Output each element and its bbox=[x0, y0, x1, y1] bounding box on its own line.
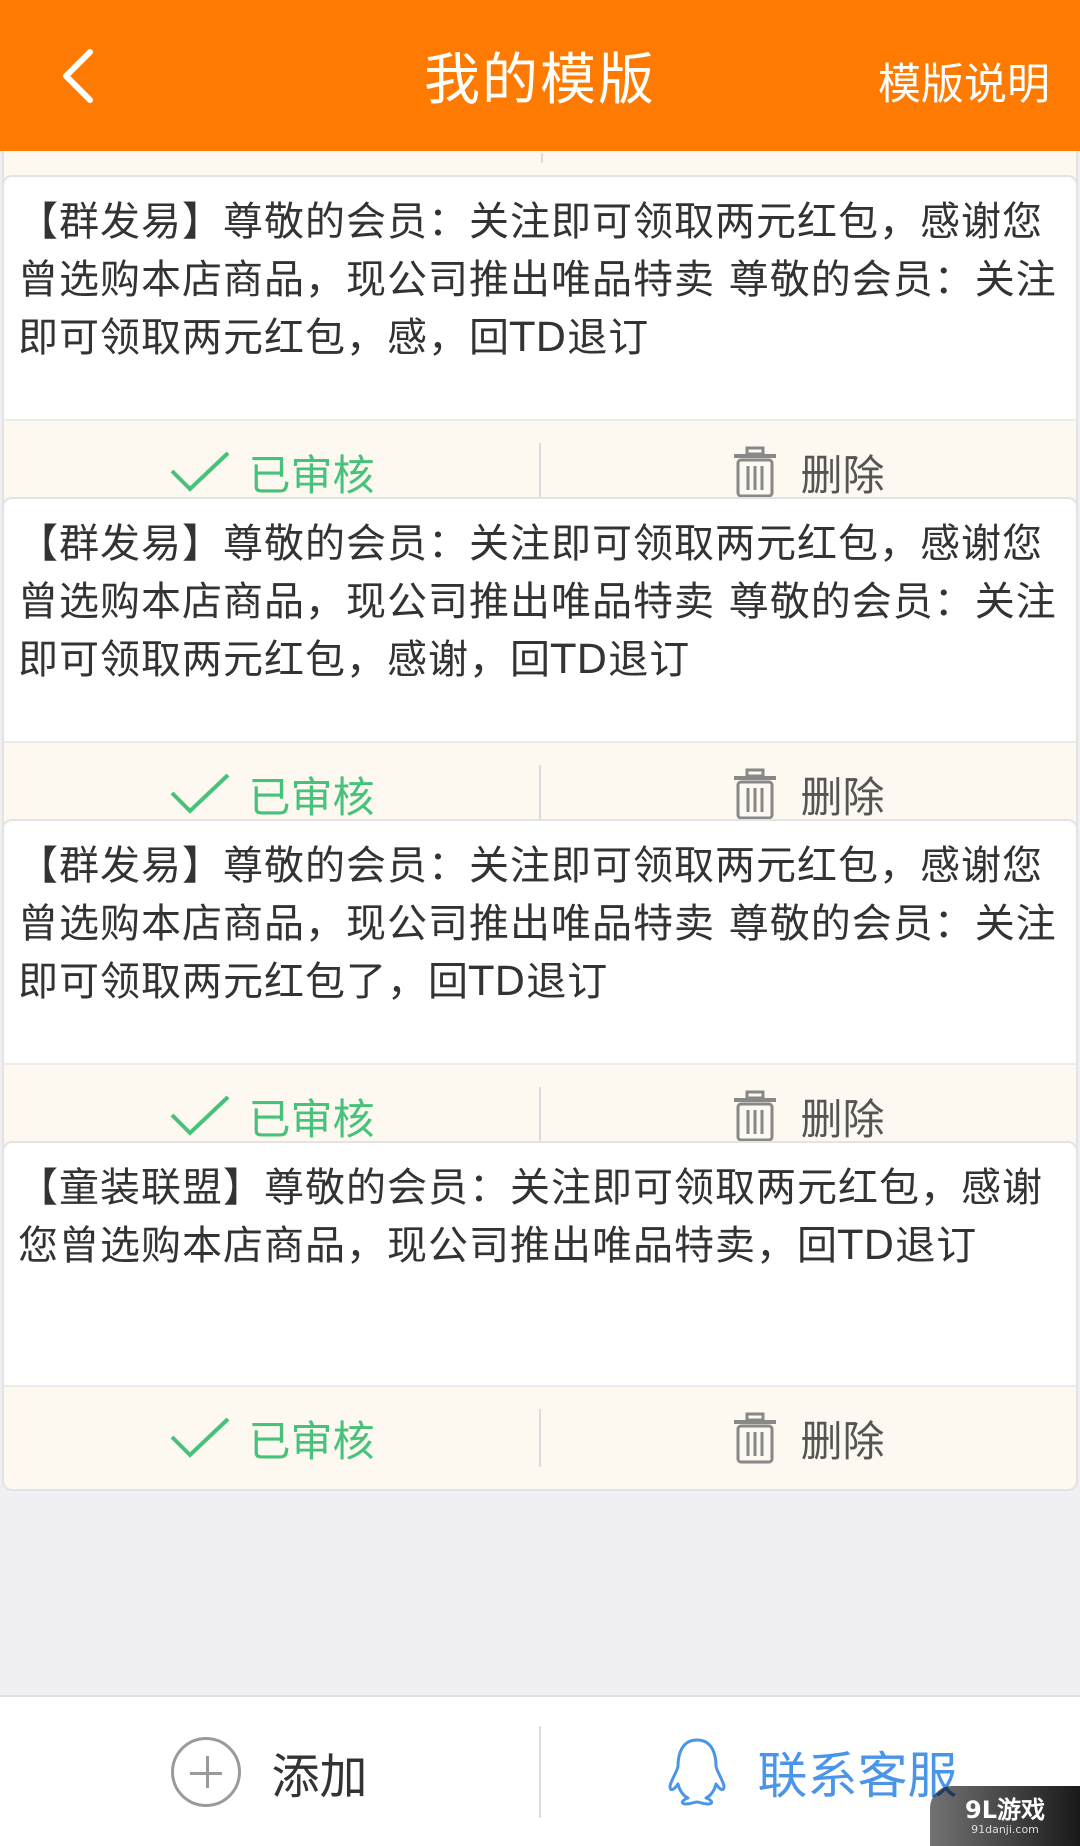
check-icon bbox=[171, 773, 230, 814]
approved-status: 已审核 bbox=[4, 1387, 539, 1489]
action-divider bbox=[541, 153, 543, 163]
template-text: 【童装联盟】尊敬的会员：关注即可领取两元红包，感谢您曾选购本店商品，现公司推出唯… bbox=[18, 1165, 1043, 1269]
card-actions: 已审核 删除 bbox=[4, 1385, 1076, 1489]
template-help-button[interactable]: 模版说明 bbox=[878, 50, 1050, 112]
delete-label: 删除 bbox=[800, 1416, 885, 1466]
template-card: 【群发易】尊敬的会员：关注即可领取两元红包，感谢您曾选购本店商品，现公司推出唯品… bbox=[2, 175, 1078, 525]
watermark-logo-text: 9L游戏 bbox=[965, 1796, 1045, 1824]
check-icon bbox=[171, 451, 230, 492]
add-label: 添加 bbox=[271, 1748, 368, 1805]
delete-label: 删除 bbox=[800, 1094, 885, 1144]
template-text: 【群发易】尊敬的会员：关注即可领取两元红包，感谢您曾选购本店商品，现公司推出唯品… bbox=[18, 199, 1057, 361]
template-card: 【童装联盟】尊敬的会员：关注即可领取两元红包，感谢您曾选购本店商品，现公司推出唯… bbox=[2, 1141, 1078, 1491]
approved-label: 已审核 bbox=[248, 1416, 375, 1466]
delete-label: 删除 bbox=[800, 450, 885, 500]
approved-label: 已审核 bbox=[248, 772, 375, 822]
add-template-button[interactable]: 添加 bbox=[0, 1697, 539, 1846]
trash-icon bbox=[734, 1090, 777, 1142]
page-title: 我的模版 bbox=[424, 48, 656, 113]
app-screen: 我的模版 模版说明 【群发易】尊敬的会员：关注即可领取两元红包，感谢您曾选购本店… bbox=[0, 0, 1080, 1846]
check-icon bbox=[171, 1095, 230, 1136]
template-text: 【群发易】尊敬的会员：关注即可领取两元红包，感谢您曾选购本店商品，现公司推出唯品… bbox=[18, 843, 1057, 1005]
qq-penguin-icon bbox=[668, 1738, 725, 1805]
trash-icon bbox=[734, 768, 777, 820]
approved-label: 已审核 bbox=[248, 450, 375, 500]
header-bar: 我的模版 模版说明 bbox=[0, 0, 1080, 151]
template-card: 【群发易】尊敬的会员：关注即可领取两元红包，感谢您曾选购本店商品，现公司推出唯品… bbox=[2, 819, 1078, 1169]
watermark-url: 91danji.com bbox=[971, 1823, 1039, 1836]
service-label: 联系客服 bbox=[757, 1746, 958, 1805]
check-icon bbox=[171, 1417, 230, 1458]
delete-button[interactable]: 删除 bbox=[541, 1387, 1076, 1489]
chevron-left-icon bbox=[63, 49, 93, 103]
bottom-bar: 添加 联系客服 bbox=[0, 1695, 1080, 1846]
trash-icon bbox=[734, 1412, 777, 1464]
back-button[interactable] bbox=[30, 28, 126, 124]
template-list[interactable]: 【群发易】尊敬的会员：关注即可领取两元红包，感谢您曾选购本店商品，现公司推出唯品… bbox=[0, 151, 1080, 1695]
delete-label: 删除 bbox=[800, 772, 885, 822]
trash-icon bbox=[734, 446, 777, 498]
approved-label: 已审核 bbox=[248, 1094, 375, 1144]
template-card: 【群发易】尊敬的会员：关注即可领取两元红包，感谢您曾选购本店商品，现公司推出唯品… bbox=[2, 497, 1078, 847]
template-text: 【群发易】尊敬的会员：关注即可领取两元红包，感谢您曾选购本店商品，现公司推出唯品… bbox=[18, 521, 1057, 683]
plus-circle-icon bbox=[171, 1736, 242, 1807]
site-watermark: 9L游戏 91danji.com bbox=[930, 1786, 1080, 1846]
